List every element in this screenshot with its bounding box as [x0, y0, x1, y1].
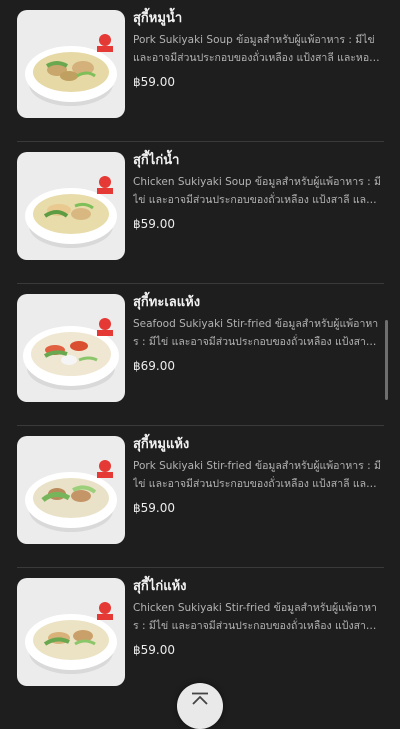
menu-item-pork-sukiyaki-soup[interactable]: สุกี้หมูน้ำ Pork Sukiyaki Soup ข้อมูลสำห… — [0, 0, 384, 142]
chicken-sukiyaki-stir-fried-image — [17, 578, 125, 686]
chicken-sukiyaki-soup-image — [17, 152, 125, 260]
menu-item-title: สุกี้หมูน้ำ — [133, 11, 183, 26]
menu-item-seafood-sukiyaki-stir-fried[interactable]: สุกี้ทะเลแห้ง Seafood Sukiyaki Stir-frie… — [0, 284, 384, 426]
pork-sukiyaki-stir-fried-image — [17, 436, 125, 544]
menu-item-description: Pork Sukiyaki Soup ข้อมูลสำหรับผู้แพ้อาห… — [133, 34, 376, 64]
menu-item-description: Pork Sukiyaki Stir-fried ข้อมูลสำหรับผู้… — [133, 460, 381, 490]
pork-sukiyaki-soup-image — [17, 10, 125, 118]
menu-item-description: Chicken Sukiyaki Soup ข้อมูลสำหรับผู้แพ้… — [133, 176, 381, 206]
menu-item-price: ฿59.00 — [133, 75, 175, 89]
menu-item-price: ฿69.00 — [133, 359, 175, 373]
menu-list: สุกี้หมูน้ำ Pork Sukiyaki Soup ข้อมูลสำห… — [0, 0, 384, 711]
menu-item-title: สุกี้ทะเลแห้ง — [133, 295, 201, 310]
menu-item-description: Chicken Sukiyaki Stir-fried ข้อมูลสำหรับ… — [133, 602, 377, 632]
scrollbar-thumb[interactable] — [385, 320, 388, 400]
menu-item-title: สุกี้หมูแห้ง — [133, 437, 190, 452]
menu-item-title: สุกี้ไก่น้ำ — [133, 153, 180, 168]
menu-item-chicken-sukiyaki-soup[interactable]: สุกี้ไก่น้ำ Chicken Sukiyaki Soup ข้อมูล… — [0, 142, 384, 284]
menu-item-price: ฿59.00 — [133, 217, 175, 231]
menu-item-description: Seafood Sukiyaki Stir-fried ข้อมูลสำหรับ… — [133, 318, 379, 348]
seafood-sukiyaki-stir-fried-image — [17, 294, 125, 402]
menu-item-price: ฿59.00 — [133, 643, 175, 657]
scroll-to-top-button[interactable] — [177, 683, 223, 729]
menu-item-title: สุกี้ไก่แห้ง — [133, 579, 187, 594]
menu-item-pork-sukiyaki-stir-fried[interactable]: สุกี้หมูแห้ง Pork Sukiyaki Stir-fried ข้… — [0, 426, 384, 568]
chevron-up-icon — [192, 692, 208, 705]
menu-item-price: ฿59.00 — [133, 501, 175, 515]
